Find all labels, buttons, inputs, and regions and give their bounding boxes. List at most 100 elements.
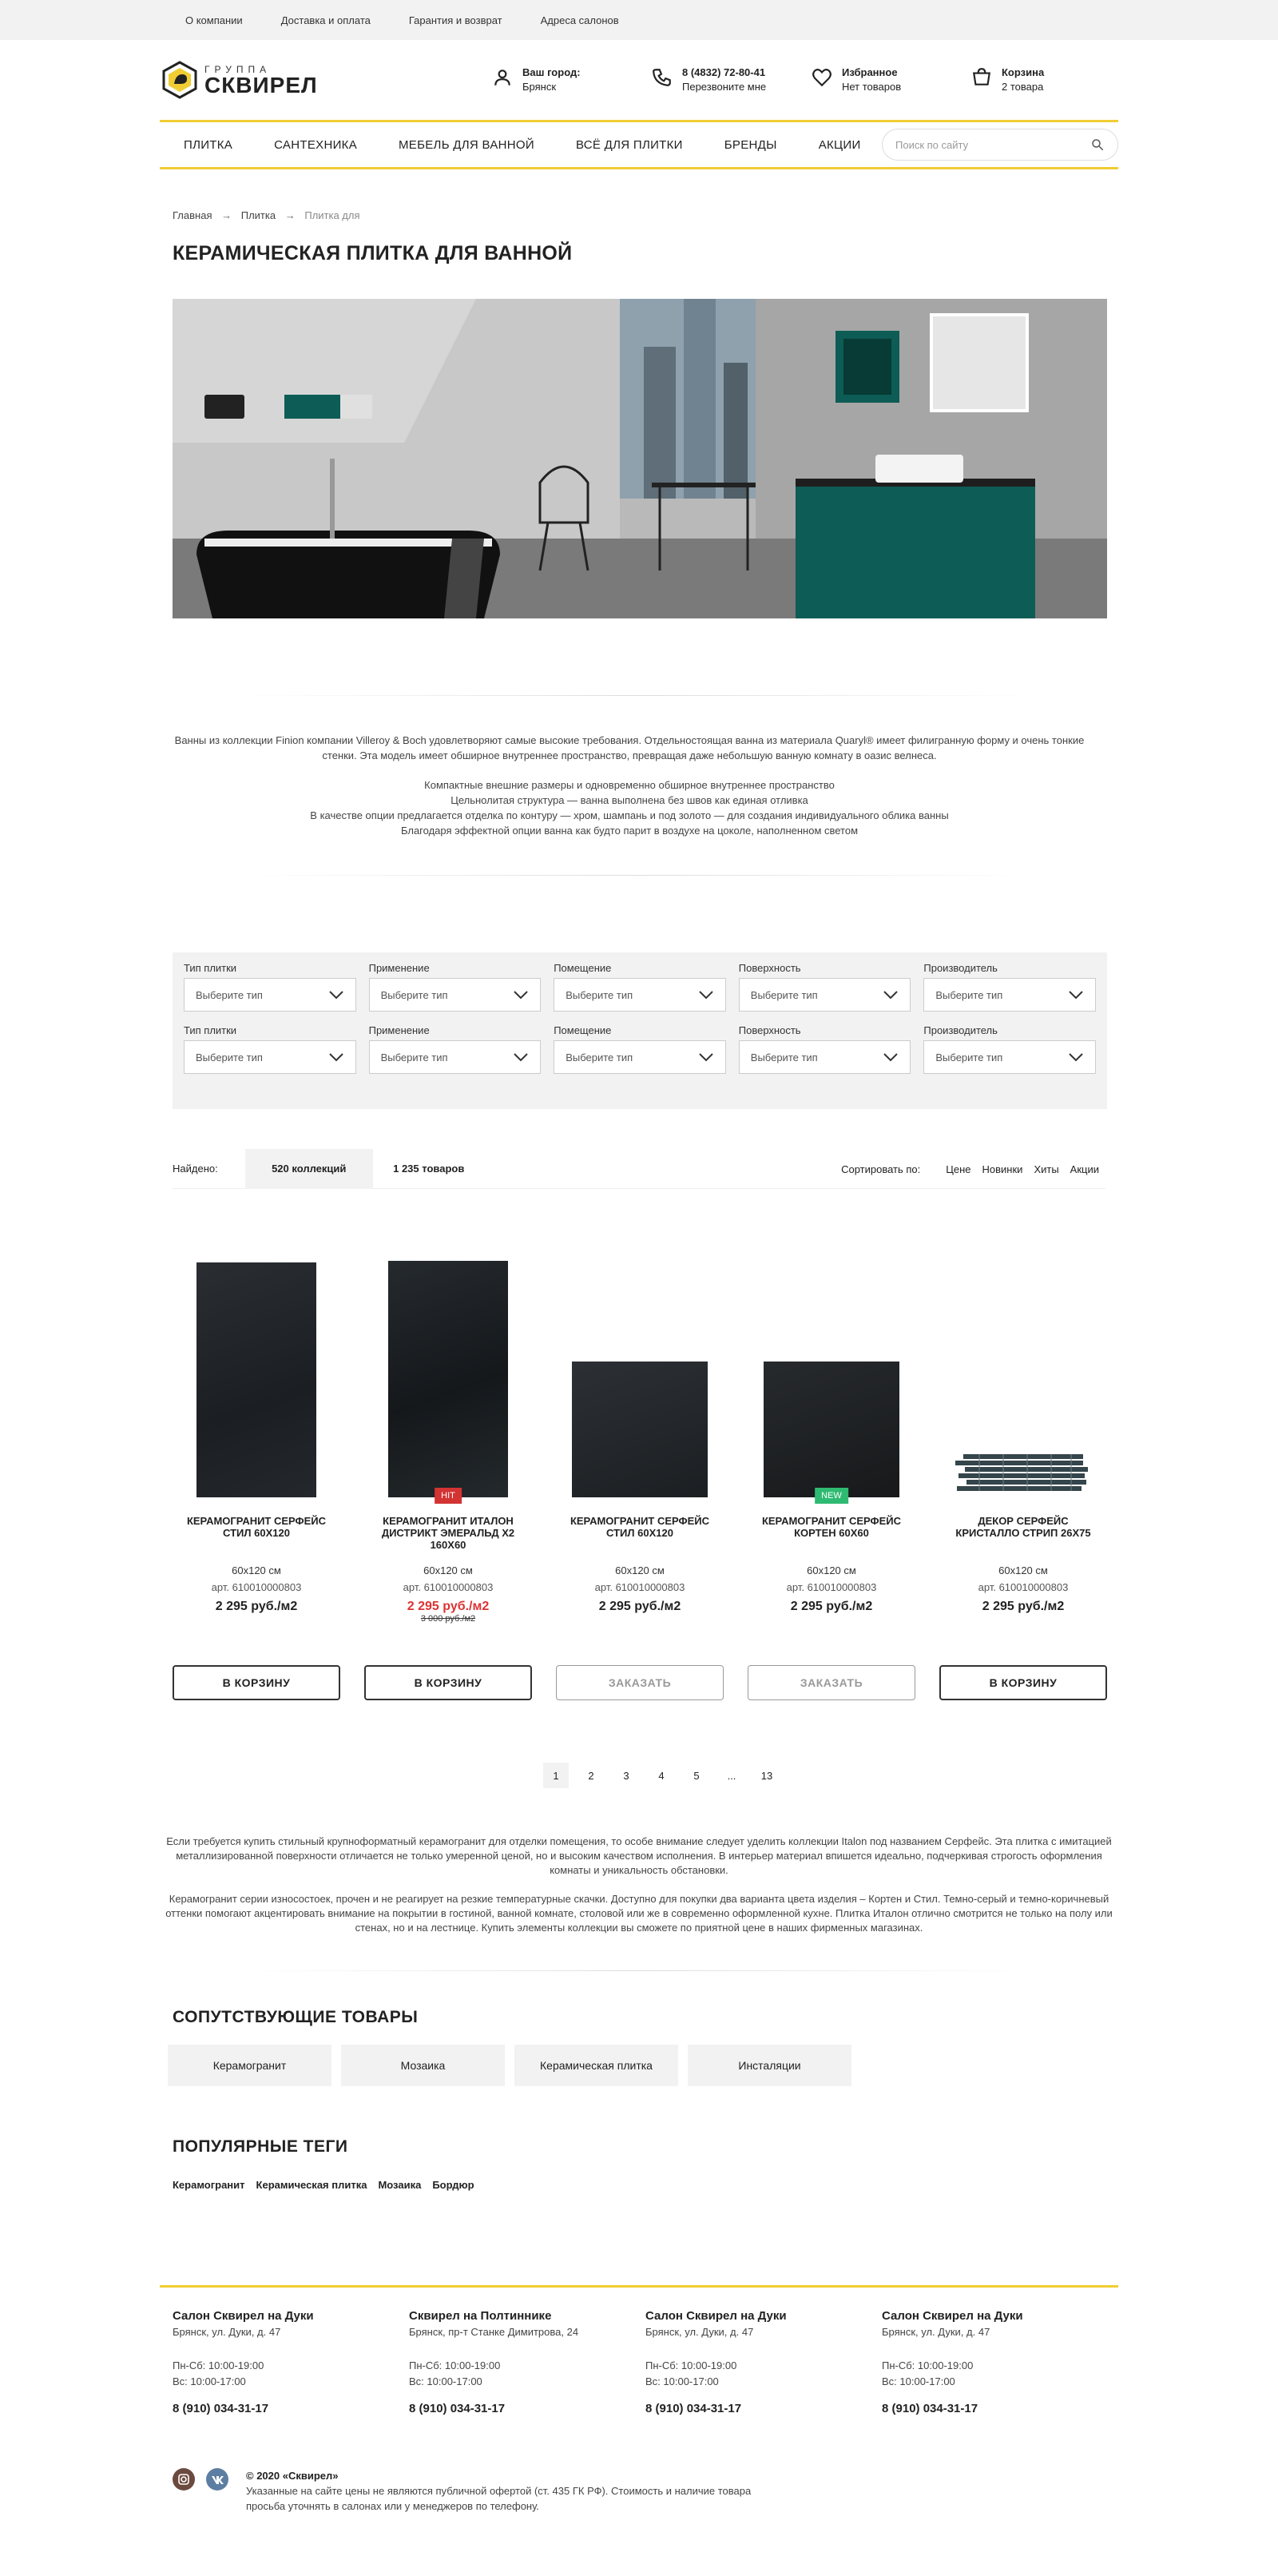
- add-to-cart-button[interactable]: В КОРЗИНУ: [939, 1665, 1107, 1700]
- product-card[interactable]: ДЕКОР СЕРФЕЙС КРИСТАЛЛО СТРИП 26X75 60x1…: [939, 1243, 1107, 1700]
- nav-item-promo[interactable]: АКЦИИ: [819, 138, 861, 152]
- search-icon[interactable]: [1090, 137, 1105, 152]
- page-13[interactable]: 13: [754, 1763, 780, 1788]
- filter-manufacturer-select[interactable]: Выберите тип: [923, 1040, 1096, 1074]
- filter-application-select[interactable]: Выберите тип: [368, 1040, 542, 1074]
- product-image[interactable]: [939, 1243, 1107, 1497]
- tab-collections[interactable]: 520 коллекций: [244, 1148, 373, 1189]
- description-paragraph: Ванны из коллекции Finion компании Ville…: [174, 734, 1085, 761]
- salon-phone[interactable]: 8 (910) 034-31-17: [409, 2401, 645, 2417]
- related-item[interactable]: Инсталяции: [688, 2045, 851, 2086]
- nav-item-furniture[interactable]: МЕБЕЛЬ ДЛЯ ВАННОЙ: [399, 138, 534, 152]
- hit-badge: HIT: [435, 1488, 462, 1504]
- product-card[interactable]: КЕРАМОГРАНИТ СЕРФЕЙС СТИЛ 60X120 60x120 …: [556, 1243, 724, 1700]
- chevron-down-icon: [1069, 1053, 1083, 1062]
- sort-hits[interactable]: Хиты: [1034, 1163, 1058, 1175]
- vk-icon[interactable]: [206, 2468, 228, 2491]
- breadcrumb-home[interactable]: Главная: [173, 209, 212, 221]
- filter-row: Тип плитки Выберите тип Применение Выберит…: [184, 1024, 1096, 1074]
- order-button[interactable]: ЗАКАЗАТЬ: [748, 1665, 915, 1700]
- page-ellipsis: ...: [727, 1769, 736, 1782]
- phone-icon: [653, 69, 671, 86]
- product-image[interactable]: NEW: [748, 1243, 915, 1504]
- search-input[interactable]: Поиск по сайту: [882, 129, 1118, 161]
- filter-surface-select[interactable]: Выберите тип: [738, 1040, 911, 1074]
- salon-hours: Пн-Сб: 10:00-19:00: [882, 2359, 974, 2371]
- sort-price[interactable]: Цене: [946, 1163, 970, 1175]
- sort-new[interactable]: Новинки: [982, 1163, 1023, 1175]
- product-image[interactable]: [556, 1243, 724, 1497]
- top-link-about[interactable]: О компании: [185, 14, 243, 26]
- filter-tile-type-select[interactable]: Выберите тип: [184, 978, 356, 1012]
- order-button[interactable]: ЗАКАЗАТЬ: [556, 1665, 724, 1700]
- top-link-salons[interactable]: Адреса салонов: [541, 14, 619, 26]
- phone-number[interactable]: 8 (4832) 72-80-41: [682, 66, 765, 78]
- sort-promo[interactable]: Акции: [1070, 1163, 1099, 1175]
- instagram-icon[interactable]: [173, 2468, 195, 2491]
- filter-tile-type-select[interactable]: Выберите тип: [184, 1040, 356, 1074]
- product-card[interactable]: HIT КЕРАМОГРАНИТ ИТАЛОН ДИСТРИКТ ЭМЕРАЛЬ…: [364, 1243, 532, 1700]
- tab-products[interactable]: 1 235 товаров: [373, 1163, 485, 1175]
- salon-phone[interactable]: 8 (910) 034-31-17: [645, 2401, 882, 2417]
- filter-application-select[interactable]: Выберите тип: [368, 978, 542, 1012]
- page-1[interactable]: 1: [543, 1763, 569, 1788]
- filter-manufacturer-select[interactable]: Выберите тип: [923, 978, 1096, 1012]
- page-2[interactable]: 2: [578, 1763, 604, 1788]
- product-grid: КЕРАМОГРАНИТ СЕРФЕЙС СТИЛ 60X120 60x120 …: [173, 1243, 1118, 1700]
- cart-block[interactable]: Корзина 2 товара: [971, 66, 1099, 94]
- product-image[interactable]: HIT: [364, 1243, 532, 1504]
- related-item[interactable]: Керамическая плитка: [514, 2045, 678, 2086]
- page-5[interactable]: 5: [684, 1763, 709, 1788]
- callback-link[interactable]: Перезвоните мне: [682, 81, 766, 93]
- user-icon: [494, 70, 510, 85]
- breadcrumb-tile[interactable]: Плитка: [241, 209, 276, 221]
- product-name[interactable]: КЕРАМОГРАНИТ СЕРФЕЙС СТИЛ 60X120: [173, 1515, 340, 1556]
- popular-tags-title: ПОПУЛЯРНЫЕ ТЕГИ: [173, 2137, 348, 2156]
- filter-label: Поверхность: [738, 1024, 801, 1036]
- salon-address: Брянск, пр-т Станке Димитрова, 24: [409, 2326, 579, 2338]
- nav-item-plumbing[interactable]: САНТЕХНИКА: [274, 138, 357, 152]
- product-name[interactable]: КЕРАМОГРАНИТ СЕРФЕЙС КОРТЕН 60X60: [748, 1515, 915, 1556]
- salon-phone[interactable]: 8 (910) 034-31-17: [173, 2401, 409, 2417]
- nav-item-brands[interactable]: БРЕНДЫ: [724, 138, 777, 152]
- product-image[interactable]: [173, 1243, 340, 1497]
- filter-room-select[interactable]: Выберите тип: [554, 978, 726, 1012]
- filter-surface-select[interactable]: Выберите тип: [738, 978, 911, 1012]
- product-name[interactable]: КЕРАМОГРАНИТ СЕРФЕЙС СТИЛ 60X120: [556, 1515, 724, 1556]
- product-card[interactable]: КЕРАМОГРАНИТ СЕРФЕЙС СТИЛ 60X120 60x120 …: [173, 1243, 340, 1700]
- add-to-cart-button[interactable]: В КОРЗИНУ: [173, 1665, 340, 1700]
- related-item[interactable]: Мозаика: [341, 2045, 505, 2086]
- phone-block[interactable]: 8 (4832) 72-80-41 Перезвоните мне: [652, 66, 812, 94]
- logo[interactable]: группа Сквирел: [160, 60, 492, 100]
- product-article: арт. 610010000803: [786, 1581, 877, 1593]
- salon-phone[interactable]: 8 (910) 034-31-17: [882, 2401, 1118, 2417]
- nav-item-tile[interactable]: ПЛИТКА: [160, 138, 232, 152]
- filter-label: Производитель: [923, 962, 998, 974]
- salon-address: Брянск, ул. Дуки, д. 47: [882, 2326, 990, 2338]
- tag-link[interactable]: Керамическая плитка: [256, 2179, 367, 2191]
- product-card[interactable]: NEW КЕРАМОГРАНИТ СЕРФЕЙС КОРТЕН 60X60 60…: [748, 1243, 915, 1700]
- chevron-down-icon: [1069, 991, 1083, 1000]
- product-name[interactable]: ДЕКОР СЕРФЕЙС КРИСТАЛЛО СТРИП 26X75: [939, 1515, 1107, 1556]
- found-label: Найдено:: [173, 1163, 218, 1175]
- tag-link[interactable]: Керамогранит: [173, 2179, 245, 2191]
- page-3[interactable]: 3: [613, 1763, 639, 1788]
- tag-link[interactable]: Мозаика: [378, 2179, 421, 2191]
- nav-item-tile-supplies[interactable]: ВСЁ ДЛЯ ПЛИТКИ: [576, 138, 683, 152]
- city-selector[interactable]: Ваш город: Брянск: [492, 66, 652, 94]
- filter-value: Выберите тип: [935, 1051, 1003, 1063]
- add-to-cart-button[interactable]: В КОРЗИНУ: [364, 1665, 532, 1700]
- filter-value: Выберите тип: [196, 1051, 263, 1063]
- top-link-delivery[interactable]: Доставка и оплата: [281, 14, 371, 26]
- salon-block: Сквирел на Полтиннике Брянск, пр-т Станк…: [409, 2308, 645, 2417]
- related-item[interactable]: Керамогранит: [168, 2045, 331, 2086]
- tag-link[interactable]: Бордюр: [432, 2179, 474, 2191]
- filter-label: Помещение: [554, 1024, 612, 1036]
- page-4[interactable]: 4: [649, 1763, 674, 1788]
- salon-hours: Вс: 10:00-17:00: [173, 2375, 246, 2387]
- favorites-block[interactable]: Избранное Нет товаров: [812, 66, 971, 94]
- product-name[interactable]: КЕРАМОГРАНИТ ИТАЛОН ДИСТРИКТ ЭМЕРАЛЬД Х2…: [364, 1515, 532, 1556]
- top-link-warranty[interactable]: Гарантия и возврат: [409, 14, 502, 26]
- footer-salons: Салон Сквирел на Дуки Брянск, ул. Дуки, …: [160, 2308, 1118, 2417]
- filter-room-select[interactable]: Выберите тип: [554, 1040, 726, 1074]
